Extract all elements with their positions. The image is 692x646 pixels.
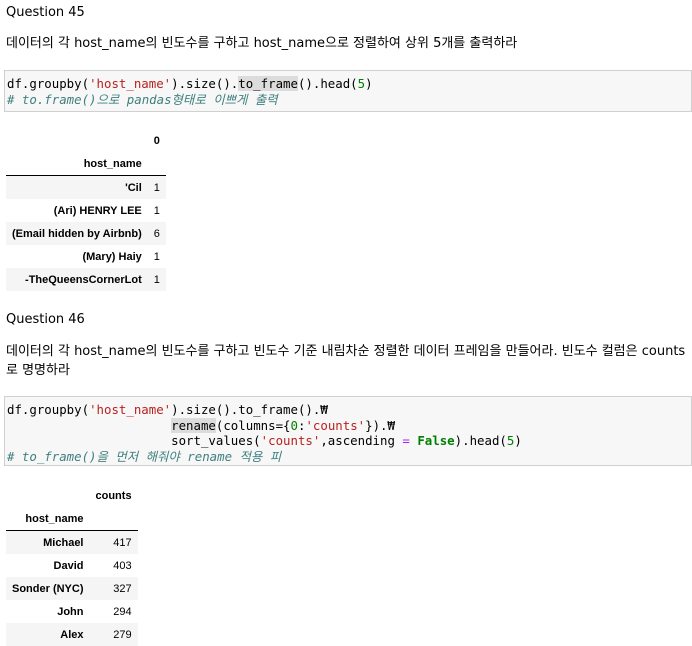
table-corner xyxy=(6,129,148,152)
code-string: 'host_name' xyxy=(89,402,172,417)
code-text: ).head( xyxy=(454,433,507,448)
code-keyword: False xyxy=(417,433,455,448)
row-value: 6 xyxy=(153,227,160,240)
code-comment: # to.frame()으로 pandas형태로 이쁘게 출력 xyxy=(7,91,278,107)
code-comment: # to_frame()을 먼저 해줘야 rename 적용 피 xyxy=(7,448,282,464)
code-text: ().head( xyxy=(297,76,358,91)
code-cell-46[interactable]: df.groupby('host_name').size().to_frame(… xyxy=(4,396,692,466)
question-46-title: Question 46 xyxy=(6,312,85,327)
row-value: 1 xyxy=(153,273,160,286)
code-string: 'counts' xyxy=(260,433,321,448)
row-index: -TheQueensCornerLot xyxy=(25,273,142,286)
code-number: 5 xyxy=(357,76,366,91)
table-row: -TheQueensCornerLot 1 xyxy=(6,268,166,291)
row-index: David xyxy=(53,559,84,572)
table-row: (Mary) Haiy 1 xyxy=(6,245,166,268)
index-name: host_name xyxy=(6,152,148,176)
code-text: ,ascending xyxy=(320,433,403,448)
row-value: 1 xyxy=(153,181,160,194)
question-46-text: 데이터의 각 host_name의 빈도수를 구하고 빈도수 기준 내림차순 정… xyxy=(6,344,686,378)
row-value: 1 xyxy=(153,204,160,217)
row-index: 'Cil xyxy=(125,181,142,194)
table-row: 'Cil 1 xyxy=(6,175,166,199)
question-45-text: 데이터의 각 host_name의 빈도수를 구하고 host_name으로 정… xyxy=(6,36,518,51)
index-name: host_name xyxy=(6,507,90,531)
output-table-46: counts host_name Michael 417 David 403 Son… xyxy=(6,484,138,646)
code-text: ).size(). xyxy=(171,76,239,91)
code-number: 0 xyxy=(290,417,298,433)
row-index: Sonder (NYC) xyxy=(12,582,84,595)
table-row: John 294 xyxy=(6,600,138,623)
table-row: (Ari) HENRY LEE 1 xyxy=(6,199,166,222)
column-header: 0 xyxy=(153,134,160,147)
row-index: (Ari) HENRY LEE xyxy=(53,204,142,217)
code-string: 'counts' xyxy=(305,417,366,433)
code-text: df.groupby( xyxy=(7,402,90,417)
question-45-title: Question 45 xyxy=(6,5,85,20)
code-cell-45[interactable]: df.groupby('host_name').size().to_frame(… xyxy=(4,70,692,112)
code-highlight: to_frame xyxy=(238,76,298,91)
row-index: (Mary) Haiy xyxy=(82,250,142,263)
code-highlight: rename xyxy=(171,417,216,433)
code-operator: = xyxy=(402,433,410,448)
table-corner xyxy=(89,507,138,531)
code-text: sort_values( xyxy=(171,433,261,448)
row-value: 294 xyxy=(113,605,132,618)
table-row: David 403 xyxy=(6,554,138,577)
row-index: Michael xyxy=(43,536,84,549)
row-index: John xyxy=(57,605,84,618)
table-corner xyxy=(147,152,166,176)
code-text: }).₩ xyxy=(365,417,395,433)
code-text: ).size().to_frame().₩ xyxy=(171,402,328,417)
code-text: ) xyxy=(514,433,522,448)
code-string: 'host_name' xyxy=(89,76,172,91)
table-row: Sonder (NYC) 327 xyxy=(6,577,138,600)
row-value: 403 xyxy=(113,559,132,572)
row-value: 1 xyxy=(153,250,160,263)
table-row: (Email hidden by Airbnb) 6 xyxy=(6,222,166,245)
table-row: Michael 417 xyxy=(6,530,138,554)
row-index: (Email hidden by Airbnb) xyxy=(12,227,142,240)
column-header: counts xyxy=(95,489,132,502)
code-text: (columns={ xyxy=(215,417,291,433)
code-text: df.groupby( xyxy=(7,76,90,91)
output-table-45: 0 host_name 'Cil 1 (Ari) HENRY LEE 1 (Emai… xyxy=(6,129,166,291)
row-value: 327 xyxy=(113,582,132,595)
code-text: ) xyxy=(365,76,373,91)
row-value: 417 xyxy=(113,536,132,549)
table-corner xyxy=(6,484,90,507)
